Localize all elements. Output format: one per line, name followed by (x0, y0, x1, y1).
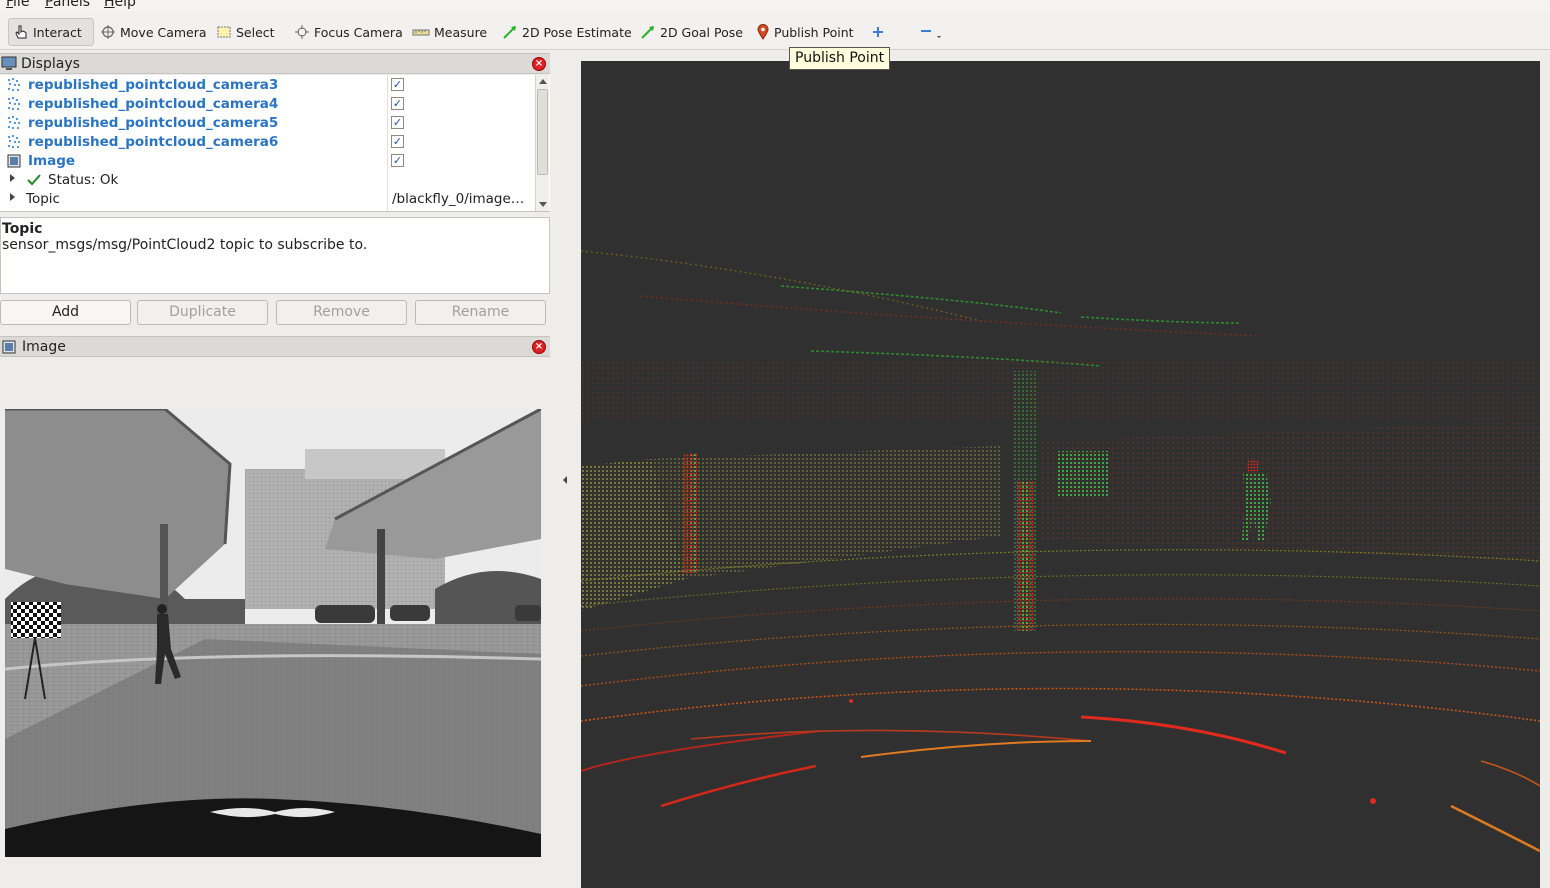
pointcloud-icon (8, 78, 20, 91)
display-enable-checkbox[interactable]: ✓ (391, 116, 404, 129)
focus-camera-tool-button[interactable]: Focus Camera (290, 18, 407, 46)
focus-camera-icon (295, 25, 309, 39)
display-enable-checkbox[interactable]: ✓ (391, 97, 404, 110)
window-edge (1540, 50, 1550, 888)
displays-panel-title: Displays (21, 55, 80, 72)
display-enable-checkbox[interactable]: ✓ (391, 135, 404, 148)
scroll-down-arrow-icon[interactable] (539, 202, 547, 207)
green-arrow-icon (641, 26, 654, 39)
display-item-camera6[interactable]: republished_pointcloud_camera6 ✓ (0, 132, 535, 151)
menu-file[interactable]: File (6, 0, 29, 10)
pointcloud-icon (8, 97, 20, 110)
image-panel-close-button[interactable]: × (532, 340, 546, 354)
interact-tool-button[interactable]: Interact (8, 18, 94, 46)
camera-image (5, 409, 541, 857)
pointcloud-icon (8, 116, 20, 129)
add-button[interactable]: Add (0, 300, 131, 325)
pointcloud-render (581, 61, 1540, 888)
display-item-label: republished_pointcloud_camera6 (28, 133, 279, 150)
rename-button[interactable]: Rename (415, 300, 546, 325)
display-item-camera3[interactable]: republished_pointcloud_camera3 ✓ (0, 75, 535, 94)
pointcloud-icon (8, 135, 20, 148)
select-box-icon (217, 26, 231, 38)
image-icon (2, 340, 16, 353)
3d-render-viewport[interactable] (581, 61, 1540, 888)
topic-value[interactable]: /blackfly_0/image… (392, 191, 524, 207)
tool-bar: Interact Move Camera Select Focus Camera… (0, 12, 1550, 50)
display-item-label: Image (28, 152, 76, 169)
display-enable-checkbox[interactable]: ✓ (391, 154, 404, 167)
duplicate-button[interactable]: Duplicate (137, 300, 268, 325)
displays-tree: republished_pointcloud_camera3 ✓ republi… (0, 75, 550, 212)
status-row[interactable]: Status: Ok (0, 170, 535, 189)
image-icon (7, 154, 21, 168)
move-camera-tool-button[interactable]: Move Camera (96, 18, 211, 46)
image-panel-title: Image (22, 338, 66, 355)
display-item-label: republished_pointcloud_camera4 (28, 95, 279, 112)
checkmark-icon (27, 174, 41, 186)
measure-tool-button[interactable]: Measure (408, 18, 491, 46)
pose-estimate-tool-label: 2D Pose Estimate (522, 24, 632, 40)
measure-tool-label: Measure (434, 24, 488, 40)
plus-icon (873, 27, 883, 37)
remove-button[interactable]: Remove (276, 300, 407, 325)
focus-camera-tool-label: Focus Camera (314, 24, 403, 40)
description-title: Topic (2, 221, 43, 237)
move-camera-tool-label: Move Camera (120, 24, 207, 40)
interact-tool-label: Interact (33, 24, 82, 40)
menu-help[interactable]: Help (104, 0, 136, 10)
select-tool-label: Select (236, 24, 275, 40)
goal-pose-tool-button[interactable]: 2D Goal Pose (636, 18, 747, 46)
menu-bar: File Panels Help (0, 0, 1550, 12)
display-enable-checkbox[interactable]: ✓ (391, 78, 404, 91)
image-panel-header: Image × (0, 336, 550, 357)
monitor-icon (1, 56, 17, 70)
expand-caret-icon[interactable] (10, 174, 15, 182)
green-arrow-icon (503, 26, 516, 39)
display-item-camera4[interactable]: republished_pointcloud_camera4 ✓ (0, 94, 535, 113)
select-tool-button[interactable]: Select (212, 18, 279, 46)
menu-panels[interactable]: Panels (45, 0, 90, 10)
minus-icon (921, 30, 941, 38)
remove-tool-button[interactable] (914, 18, 946, 46)
topic-row[interactable]: Topic /blackfly_0/image… (0, 189, 535, 208)
display-item-label: republished_pointcloud_camera3 (28, 76, 279, 93)
pose-estimate-tool-button[interactable]: 2D Pose Estimate (498, 18, 636, 46)
displays-panel-close-button[interactable]: × (532, 57, 546, 71)
property-description: Topic sensor_msgs/msg/PointCloud2 topic … (0, 217, 550, 294)
displays-panel-header: Displays × (0, 53, 550, 74)
display-item-camera5[interactable]: republished_pointcloud_camera5 ✓ (0, 113, 535, 132)
display-item-label: republished_pointcloud_camera5 (28, 114, 279, 131)
hand-pointer-icon (15, 25, 27, 39)
topic-label: Topic (26, 190, 60, 207)
map-pin-icon (757, 24, 769, 40)
publish-point-tool-label: Publish Point (774, 24, 854, 40)
add-tool-button[interactable] (866, 18, 890, 46)
scroll-up-arrow-icon[interactable] (539, 79, 547, 84)
goal-pose-tool-label: 2D Goal Pose (660, 24, 743, 40)
image-panel-body (0, 357, 550, 888)
collapse-arrow-icon[interactable] (561, 475, 569, 485)
display-item-image[interactable]: Image ✓ (0, 151, 535, 170)
description-text: sensor_msgs/msg/PointCloud2 topic to sub… (2, 237, 368, 253)
displays-scrollbar[interactable] (535, 75, 549, 211)
scroll-thumb[interactable] (537, 89, 548, 175)
publish-point-tool-button[interactable]: Publish Point (752, 18, 858, 46)
move-camera-icon (101, 25, 115, 39)
camera-scene (5, 409, 541, 857)
panel-splitter[interactable] (550, 50, 581, 888)
expand-caret-icon[interactable] (10, 193, 15, 201)
status-label: Status: Ok (48, 171, 119, 188)
publish-point-tooltip: Publish Point (789, 47, 891, 70)
ruler-icon (412, 29, 430, 36)
